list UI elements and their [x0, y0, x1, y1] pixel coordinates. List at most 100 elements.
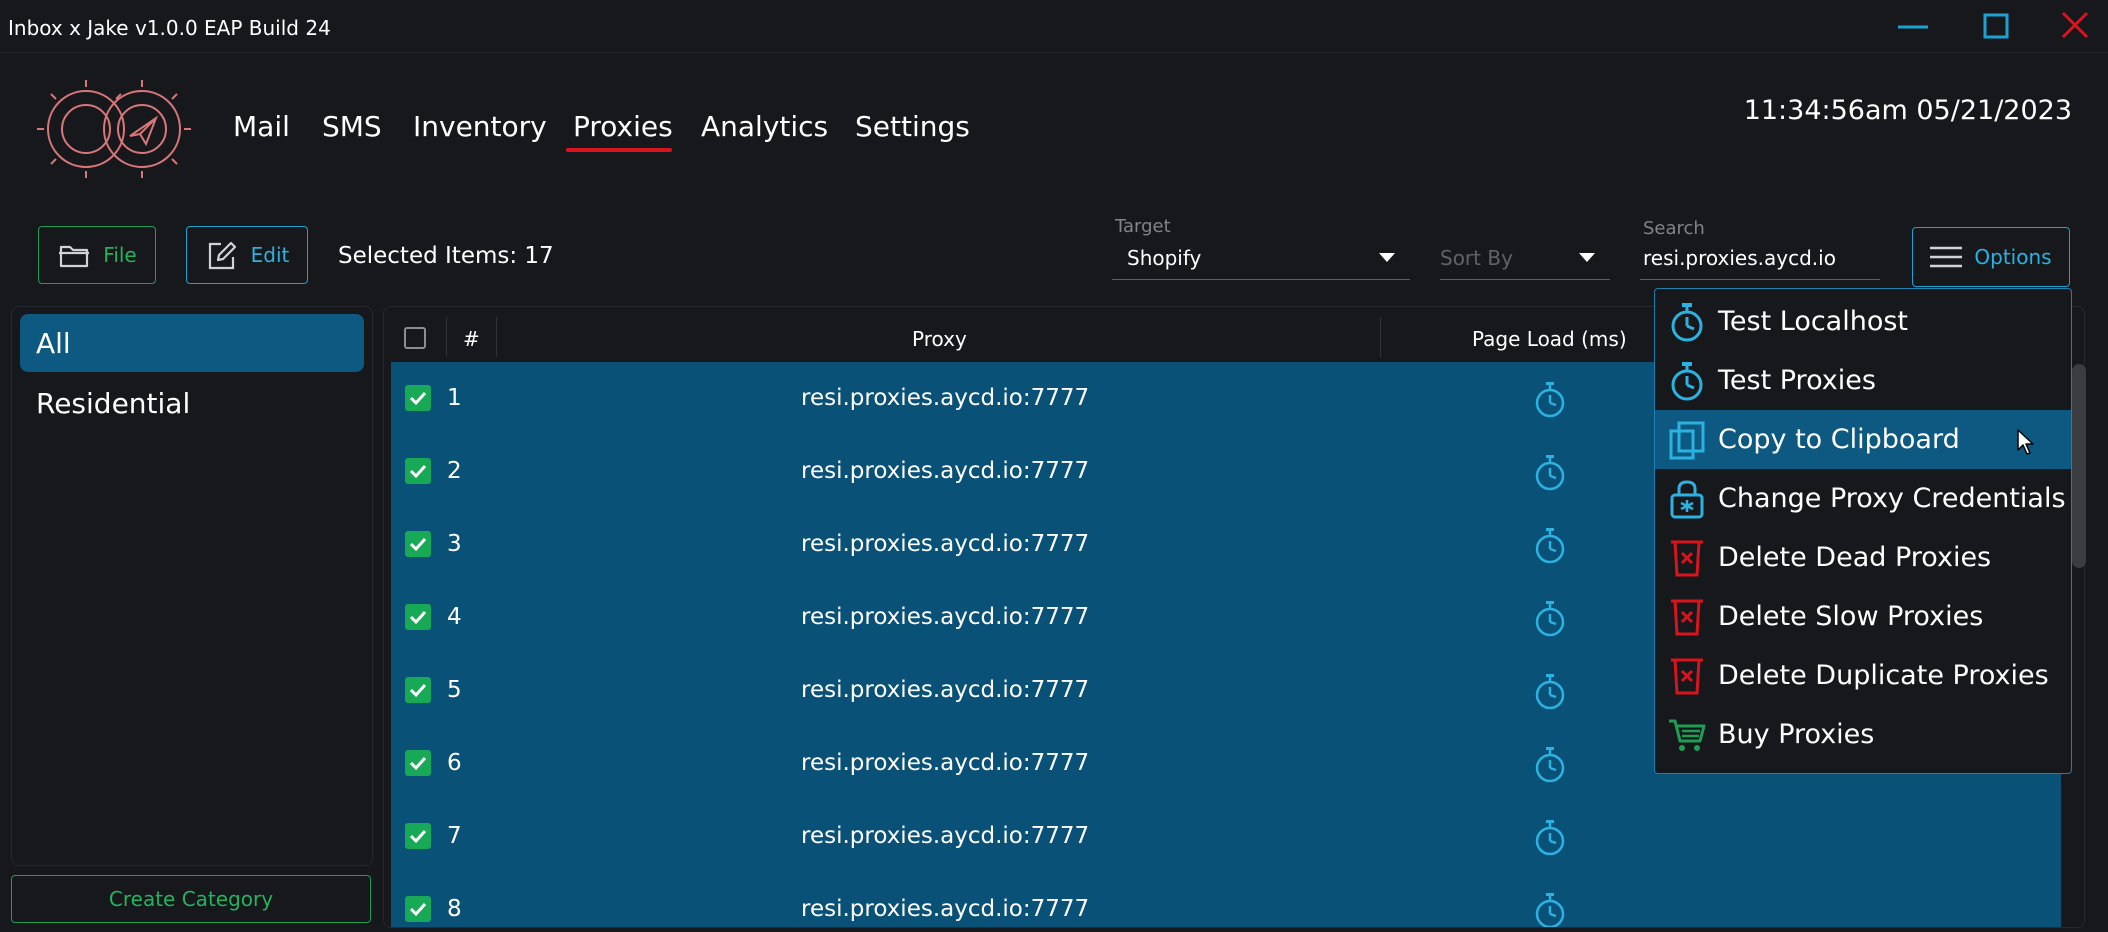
stopwatch-icon[interactable]: [1533, 892, 1567, 927]
file-button[interactable]: File: [38, 226, 156, 284]
category-label: All: [36, 326, 71, 360]
row-proxy: resi.proxies.aycd.io:7777: [801, 750, 1090, 776]
nav-proxies[interactable]: Proxies: [573, 110, 673, 143]
row-checkbox[interactable]: [405, 458, 431, 484]
file-button-label: File: [103, 243, 137, 267]
target-select[interactable]: Target Shopify: [1112, 216, 1410, 280]
stopwatch-icon[interactable]: [1533, 600, 1567, 638]
row-number: 1: [447, 385, 462, 411]
active-tab-indicator: [566, 148, 672, 152]
menu-item-label: Test Localhost: [1718, 306, 1909, 337]
menu-item-buy-proxies[interactable]: Buy Proxies: [1655, 705, 2071, 764]
column-header-proxy[interactable]: Proxy: [912, 327, 967, 351]
chevron-down-icon: [1378, 252, 1396, 264]
options-menu: Test Localhost Test Proxies Copy to Clipbo…: [1654, 288, 2072, 774]
row-proxy: resi.proxies.aycd.io:7777: [801, 458, 1090, 484]
row-checkbox[interactable]: [405, 677, 431, 703]
nav-sms[interactable]: SMS: [322, 110, 382, 143]
menu-item-delete-dead-proxies[interactable]: Delete Dead Proxies: [1655, 528, 2071, 587]
stopwatch-icon: [1667, 302, 1707, 342]
category-label: Residential: [36, 386, 191, 420]
menu-item-change-proxy-credentials[interactable]: Change Proxy Credentials: [1655, 469, 2071, 528]
nav-mail[interactable]: Mail: [233, 110, 290, 143]
delete-bin-icon: [1667, 538, 1707, 578]
cart-icon: [1667, 715, 1707, 755]
stopwatch-icon[interactable]: [1533, 819, 1567, 857]
row-proxy: resi.proxies.aycd.io:7777: [801, 531, 1090, 557]
select-all-checkbox[interactable]: [404, 327, 426, 349]
row-number: 2: [447, 458, 462, 484]
nav-settings[interactable]: Settings: [855, 110, 970, 143]
options-button-label: Options: [1974, 245, 2052, 269]
row-proxy: resi.proxies.aycd.io:7777: [801, 823, 1090, 849]
row-checkbox[interactable]: [405, 750, 431, 776]
app-logo: [34, 76, 194, 182]
stopwatch-icon[interactable]: [1533, 527, 1567, 565]
stopwatch-icon[interactable]: [1533, 454, 1567, 492]
stopwatch-icon[interactable]: [1533, 381, 1567, 419]
sort-select[interactable]: Sort By: [1440, 216, 1610, 280]
stopwatch-icon[interactable]: [1533, 673, 1567, 711]
search-field[interactable]: Search resi.proxies.aycd.io: [1640, 216, 1880, 280]
category-item-all[interactable]: All: [20, 314, 364, 372]
menu-item-label: Test Proxies: [1718, 365, 1876, 396]
folder-icon: [57, 241, 91, 269]
search-label: Search: [1643, 218, 1705, 239]
table-scrollbar[interactable]: [2072, 364, 2086, 568]
row-checkbox[interactable]: [405, 531, 431, 557]
table-row[interactable]: 7 resi.proxies.aycd.io:7777: [391, 800, 2061, 873]
stopwatch-icon[interactable]: [1533, 746, 1567, 784]
nav-inventory[interactable]: Inventory: [413, 110, 547, 143]
edit-button[interactable]: Edit: [186, 226, 308, 284]
menu-item-delete-duplicate-proxies[interactable]: Delete Duplicate Proxies: [1655, 646, 2071, 705]
category-item-residential[interactable]: Residential: [20, 374, 364, 432]
nav-analytics[interactable]: Analytics: [701, 110, 828, 143]
maximize-icon[interactable]: [1982, 12, 2010, 40]
lock-icon: [1667, 479, 1707, 519]
title-bar: Inbox x Jake v1.0.0 EAP Build 24: [0, 0, 2108, 53]
edit-button-label: Edit: [250, 243, 290, 267]
chevron-down-icon: [1578, 252, 1596, 264]
menu-item-label: Change Proxy Credentials: [1718, 483, 2066, 514]
menu-item-test-proxies[interactable]: Test Proxies: [1655, 351, 2071, 410]
menu-item-label: Delete Dead Proxies: [1718, 542, 1992, 573]
create-category-button[interactable]: Create Category: [11, 875, 371, 923]
column-header-number[interactable]: #: [463, 327, 480, 351]
row-proxy: resi.proxies.aycd.io:7777: [801, 896, 1090, 922]
hamburger-icon: [1930, 245, 1963, 269]
minimize-icon[interactable]: [1896, 14, 1930, 38]
row-checkbox[interactable]: [405, 823, 431, 849]
menu-item-label: Copy to Clipboard: [1718, 424, 1960, 455]
category-sidebar: All Residential: [11, 306, 373, 866]
mouse-cursor-icon: [2016, 428, 2036, 456]
menu-item-label: Delete Slow Proxies: [1718, 601, 1984, 632]
menu-item-label: Delete Duplicate Proxies: [1718, 660, 2049, 691]
search-input[interactable]: resi.proxies.aycd.io: [1643, 246, 1836, 270]
row-number: 4: [447, 604, 462, 630]
target-label: Target: [1115, 216, 1171, 237]
menu-item-label: Buy Proxies: [1718, 719, 1875, 750]
selected-items-count: Selected Items: 17: [338, 243, 554, 269]
delete-bin-icon: [1667, 656, 1707, 696]
row-number: 6: [447, 750, 462, 776]
menu-item-copy-to-clipboard[interactable]: Copy to Clipboard: [1655, 410, 2071, 469]
clock: 11:34:56am 05/21/2023: [1743, 95, 2072, 126]
row-proxy: resi.proxies.aycd.io:7777: [801, 385, 1090, 411]
window-title: Inbox x Jake v1.0.0 EAP Build 24: [8, 16, 331, 40]
copy-icon: [1667, 420, 1707, 460]
table-row[interactable]: 8 resi.proxies.aycd.io:7777: [391, 873, 2061, 927]
row-checkbox[interactable]: [405, 385, 431, 411]
row-checkbox[interactable]: [405, 896, 431, 922]
delete-bin-icon: [1667, 597, 1707, 637]
row-checkbox[interactable]: [405, 604, 431, 630]
stopwatch-icon: [1667, 361, 1707, 401]
column-header-page-load[interactable]: Page Load (ms): [1472, 327, 1627, 351]
edit-icon: [205, 239, 239, 271]
options-button[interactable]: Options: [1912, 227, 2070, 287]
menu-item-test-localhost[interactable]: Test Localhost: [1655, 292, 2071, 351]
row-proxy: resi.proxies.aycd.io:7777: [801, 677, 1090, 703]
close-icon[interactable]: [2060, 10, 2090, 40]
sort-placeholder: Sort By: [1440, 246, 1513, 270]
row-number: 8: [447, 896, 462, 922]
menu-item-delete-slow-proxies[interactable]: Delete Slow Proxies: [1655, 587, 2071, 646]
